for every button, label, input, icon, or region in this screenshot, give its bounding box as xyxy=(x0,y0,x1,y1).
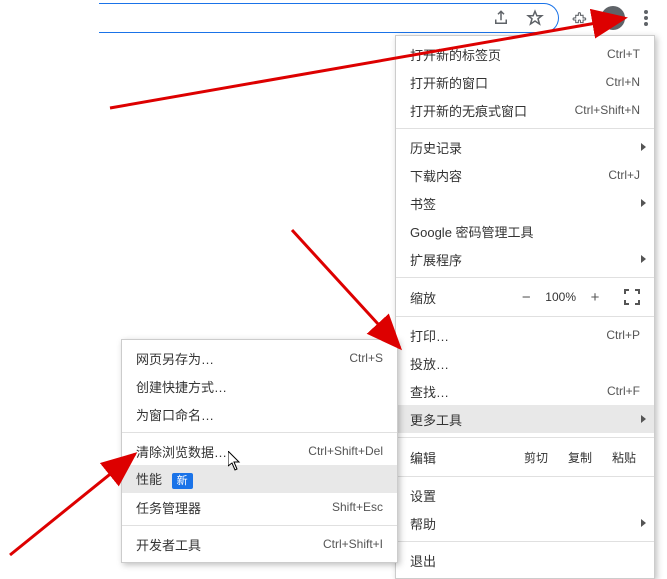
menu-new-window[interactable]: 打开新的窗口 Ctrl+N xyxy=(396,68,654,96)
menu-label: 打开新的窗口 xyxy=(410,73,606,92)
cut-button[interactable]: 剪切 xyxy=(520,449,552,466)
separator xyxy=(396,476,654,477)
chevron-right-icon xyxy=(641,255,646,263)
menu-label: 书签 xyxy=(410,194,640,213)
chevron-right-icon xyxy=(641,199,646,207)
menu-label: 打开新的无痕式窗口 xyxy=(410,101,575,120)
paste-button[interactable]: 粘贴 xyxy=(608,449,640,466)
menu-shortcut: Ctrl+J xyxy=(608,168,640,182)
separator xyxy=(122,525,397,526)
submenu-clear-data[interactable]: 清除浏览数据… Ctrl+Shift+Del xyxy=(122,437,397,465)
separator xyxy=(122,432,397,433)
fullscreen-icon[interactable] xyxy=(624,289,640,305)
zoom-percent: 100% xyxy=(545,290,576,304)
menu-label: 任务管理器 xyxy=(136,498,332,517)
menu-find[interactable]: 查找… Ctrl+F xyxy=(396,377,654,405)
menu-shortcut: Shift+Esc xyxy=(332,500,383,514)
menu-shortcut: Ctrl+Shift+I xyxy=(323,537,383,551)
menu-bookmarks[interactable]: 书签 xyxy=(396,189,654,217)
menu-cast[interactable]: 投放… xyxy=(396,349,654,377)
chevron-right-icon xyxy=(641,415,646,423)
edit-label: 编辑 xyxy=(410,448,508,467)
menu-passwords[interactable]: Google 密码管理工具 xyxy=(396,217,654,245)
separator xyxy=(396,277,654,278)
menu-label: 帮助 xyxy=(410,514,640,533)
zoom-label: 缩放 xyxy=(410,288,517,307)
separator xyxy=(396,541,654,542)
menu-label: 查找… xyxy=(410,382,607,401)
menu-label: 为窗口命名… xyxy=(136,405,383,424)
submenu-save-as[interactable]: 网页另存为… Ctrl+S xyxy=(122,344,397,372)
menu-shortcut: Ctrl+N xyxy=(606,75,640,89)
submenu-name-window[interactable]: 为窗口命名… xyxy=(122,400,397,428)
menu-extensions[interactable]: 扩展程序 xyxy=(396,245,654,273)
menu-incognito[interactable]: 打开新的无痕式窗口 Ctrl+Shift+N xyxy=(396,96,654,124)
main-menu: 打开新的标签页 Ctrl+T 打开新的窗口 Ctrl+N 打开新的无痕式窗口 C… xyxy=(395,35,655,579)
menu-label: 扩展程序 xyxy=(410,250,640,269)
new-badge: 新 xyxy=(172,473,193,489)
menu-label: 下载内容 xyxy=(410,166,608,185)
menu-shortcut: Ctrl+Shift+N xyxy=(575,103,640,117)
menu-label: 清除浏览数据… xyxy=(136,442,308,461)
menu-settings[interactable]: 设置 xyxy=(396,481,654,509)
extensions-icon[interactable] xyxy=(569,7,591,29)
menu-more-tools[interactable]: 更多工具 xyxy=(396,405,654,433)
menu-label: Google 密码管理工具 xyxy=(410,222,640,241)
separator xyxy=(396,128,654,129)
submenu-performance[interactable]: 性能 新 xyxy=(122,465,397,493)
menu-button[interactable] xyxy=(635,7,657,29)
zoom-out-button[interactable]: − xyxy=(517,289,535,306)
menu-label: 创建快捷方式… xyxy=(136,377,383,396)
menu-downloads[interactable]: 下载内容 Ctrl+J xyxy=(396,161,654,189)
menu-zoom: 缩放 − 100% + xyxy=(396,282,654,312)
chevron-right-icon xyxy=(641,143,646,151)
separator xyxy=(396,437,654,438)
omnibox[interactable] xyxy=(99,3,559,33)
more-tools-submenu: 网页另存为… Ctrl+S 创建快捷方式… 为窗口命名… 清除浏览数据… Ctr… xyxy=(121,339,398,563)
menu-print[interactable]: 打印… Ctrl+P xyxy=(396,321,654,349)
share-icon[interactable] xyxy=(490,7,512,29)
menu-help[interactable]: 帮助 xyxy=(396,509,654,537)
perf-label: 性能 xyxy=(136,472,162,487)
menu-label: 投放… xyxy=(410,354,640,373)
menu-shortcut: Ctrl+S xyxy=(349,351,383,365)
separator xyxy=(396,316,654,317)
menu-label: 性能 新 xyxy=(136,469,383,489)
submenu-dev-tools[interactable]: 开发者工具 Ctrl+Shift+I xyxy=(122,530,397,558)
browser-toolbar xyxy=(99,0,667,36)
menu-label: 更多工具 xyxy=(410,410,640,429)
star-icon[interactable] xyxy=(524,7,546,29)
menu-label: 开发者工具 xyxy=(136,535,323,554)
submenu-task-manager[interactable]: 任务管理器 Shift+Esc xyxy=(122,493,397,521)
menu-shortcut: Ctrl+Shift+Del xyxy=(308,444,383,458)
menu-edit: 编辑 剪切 复制 粘贴 xyxy=(396,442,654,472)
menu-history[interactable]: 历史记录 xyxy=(396,133,654,161)
zoom-controls: − 100% + xyxy=(517,289,640,306)
submenu-create-shortcut[interactable]: 创建快捷方式… xyxy=(122,372,397,400)
menu-label: 打开新的标签页 xyxy=(410,45,607,64)
copy-button[interactable]: 复制 xyxy=(564,449,596,466)
menu-label: 退出 xyxy=(410,551,640,570)
menu-new-tab[interactable]: 打开新的标签页 Ctrl+T xyxy=(396,40,654,68)
menu-label: 设置 xyxy=(410,486,640,505)
menu-shortcut: Ctrl+F xyxy=(607,384,640,398)
menu-label: 历史记录 xyxy=(410,138,640,157)
menu-shortcut: Ctrl+P xyxy=(606,328,640,342)
menu-label: 打印… xyxy=(410,326,606,345)
profile-avatar[interactable] xyxy=(601,6,625,30)
chevron-right-icon xyxy=(641,519,646,527)
menu-shortcut: Ctrl+T xyxy=(607,47,640,61)
menu-label: 网页另存为… xyxy=(136,349,349,368)
zoom-in-button[interactable]: + xyxy=(586,289,604,306)
